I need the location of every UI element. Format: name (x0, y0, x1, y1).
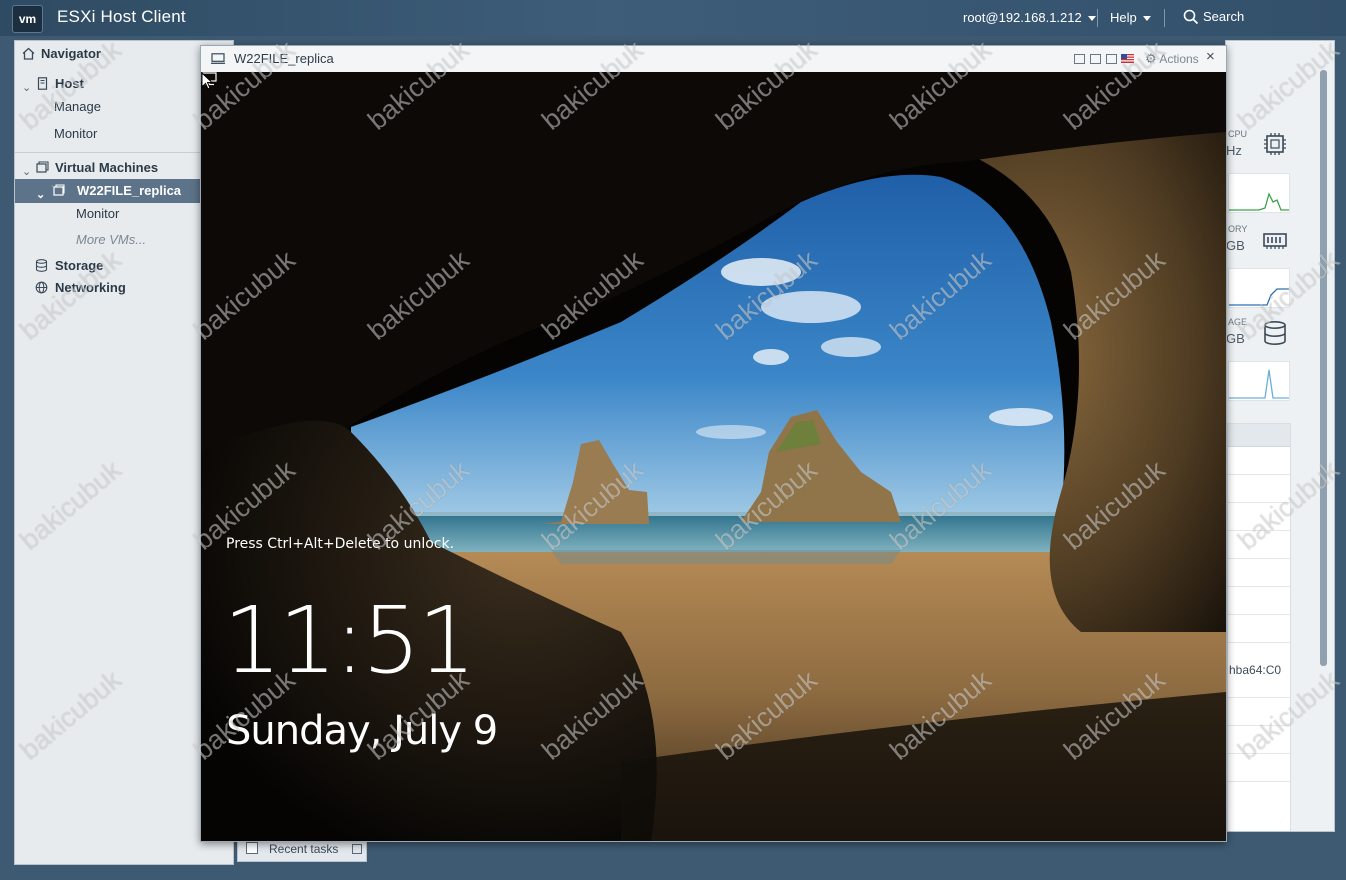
table-row (1228, 726, 1290, 754)
cpu-value: Hz (1226, 143, 1242, 158)
cpu-icon (1264, 133, 1286, 155)
app-title: ESXi Host Client (57, 7, 186, 26)
user-menu-label: root@192.168.1.212 (963, 10, 1082, 25)
cpu-label: CPU (1228, 129, 1248, 139)
nav-item-manage-label: Manage (54, 99, 101, 114)
divider (1164, 9, 1165, 27)
unlock-instruction: Press Ctrl+Alt+Delete to unlock. (226, 536, 455, 552)
hardware-table: hba64:C0 (1227, 423, 1291, 831)
vm-powered-on-icon (52, 184, 65, 196)
table-header (1228, 424, 1290, 447)
console-titlebar[interactable]: W22FILE_replica ⚙ Actions × (201, 46, 1226, 73)
virtual-machines-icon (36, 161, 49, 173)
table-row (1228, 503, 1290, 531)
vm-console-window[interactable]: W22FILE_replica ⚙ Actions × Press Ctrl+A… (200, 45, 1227, 842)
nav-item-networking-label: Networking (55, 280, 126, 295)
storage-icon (35, 259, 48, 272)
table-row: hba64:C0 (1228, 643, 1290, 698)
nav-item-more-vms-label: More VMs... (76, 232, 147, 247)
help-menu[interactable]: Help (1110, 10, 1151, 25)
nav-item-monitor-label: Monitor (54, 126, 98, 141)
storage-value: GB (1226, 331, 1245, 346)
table-row (1228, 754, 1290, 782)
lock-screen-time: 11:51 (223, 587, 476, 694)
table-row (1228, 475, 1290, 503)
nav-item-storage-label: Storage (55, 258, 104, 273)
top-bar: vm ESXi Host Client root@192.168.1.212 H… (0, 0, 1346, 36)
storage-label: AGE (1228, 317, 1248, 327)
nav-item-virtual-machines-label: Virtual Machines (55, 160, 159, 175)
lock-screen-date: Sunday, July 9 (226, 708, 498, 754)
storage-usage-chart (1228, 361, 1290, 401)
restore-icon[interactable] (352, 844, 362, 854)
gear-icon: ⚙ (1145, 51, 1157, 66)
table-row (1228, 531, 1290, 559)
nav-item-host-label: Host (55, 76, 84, 91)
table-row (1228, 587, 1290, 615)
keyboard-layout-flag-icon[interactable] (1121, 54, 1134, 63)
help-menu-label: Help (1110, 10, 1137, 25)
vmware-logo: vm (12, 5, 43, 33)
console-title: W22FILE_replica (234, 51, 334, 66)
memory-label: ORY (1228, 224, 1248, 234)
minimize-icon[interactable] (1074, 54, 1085, 64)
nav-item-vm-label: W22FILE_replica (77, 183, 182, 198)
nav-item-vm-monitor-label: Monitor (76, 206, 120, 221)
memory-icon (1263, 233, 1287, 249)
user-menu[interactable]: root@192.168.1.212 (963, 10, 1096, 25)
storage-icon (1264, 320, 1286, 345)
mouse-cursor-icon (201, 72, 213, 90)
host-summary-panel: CPU Hz ORY GB AGE GB hba64:C0 (1225, 40, 1335, 832)
close-icon[interactable]: × (1206, 48, 1215, 65)
globe-icon (35, 281, 48, 294)
actions-menu[interactable]: ⚙ Actions (1145, 51, 1199, 67)
adapter-name: hba64:C0 (1229, 663, 1282, 677)
actions-label: Actions (1159, 52, 1199, 66)
memory-value: GB (1226, 238, 1245, 253)
table-row (1228, 447, 1290, 475)
maximize-icon[interactable] (1106, 54, 1117, 64)
guest-screen[interactable]: Press Ctrl+Alt+Delete to unlock. 11:51 S… (201, 72, 1226, 841)
tasks-icon (246, 842, 258, 854)
chevron-down-icon (1087, 16, 1096, 22)
search-label: Search (1203, 9, 1245, 24)
divider (1097, 9, 1098, 27)
cpu-usage-chart (1228, 173, 1290, 213)
scrollbar[interactable] (1320, 70, 1327, 666)
search-icon (1183, 9, 1199, 25)
search-button[interactable]: Search (1183, 9, 1244, 25)
chevron-down-icon (1142, 16, 1151, 22)
monitor-icon (211, 53, 225, 64)
home-icon (22, 47, 35, 60)
memory-usage-chart (1228, 268, 1290, 308)
restore-window-icon[interactable] (1090, 54, 1101, 64)
table-row (1228, 615, 1290, 643)
navigator-title: Navigator (41, 46, 101, 61)
table-row (1228, 559, 1290, 587)
server-icon (37, 77, 48, 90)
table-row (1228, 698, 1290, 726)
